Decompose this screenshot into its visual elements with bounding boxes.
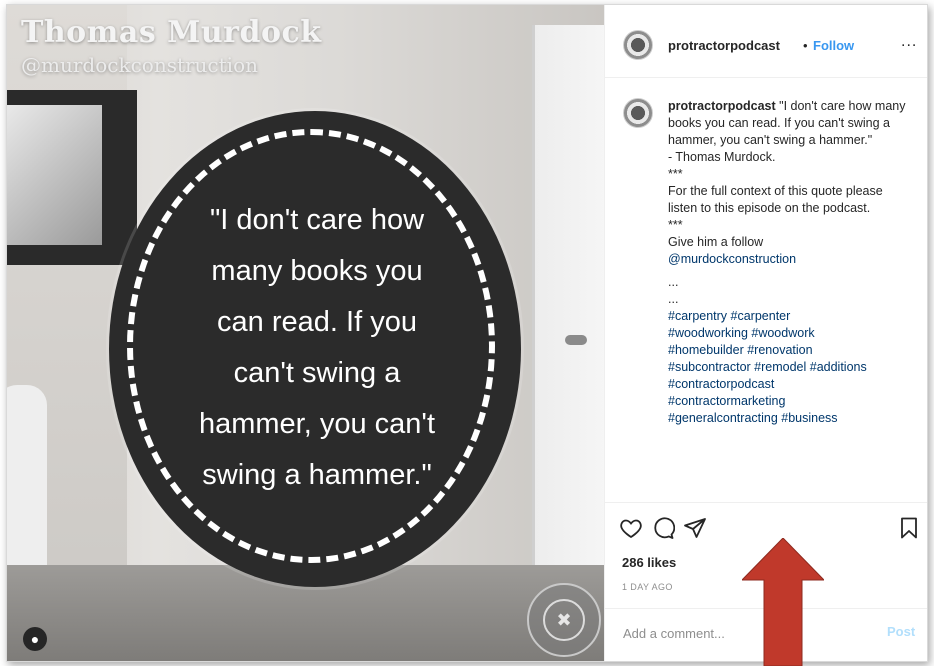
mention-link[interactable]: @murdockconstruction [668, 251, 912, 268]
caption-text: - Thomas Murdock. [668, 150, 776, 164]
hashtag-link[interactable]: #woodworking #woodwork [668, 325, 912, 342]
quote-line: many books you [211, 255, 423, 287]
separator-dot: • [803, 38, 808, 53]
bookmark-icon[interactable] [897, 516, 921, 540]
caption-scroll-area[interactable]: protractorpodcast "I don't care how many… [605, 78, 927, 501]
caption-text: *** [668, 218, 683, 232]
header-username[interactable]: protractorpodcast [668, 38, 780, 53]
hashtag-link[interactable]: #carpentry #carpenter [668, 308, 912, 325]
overlay-handle: @murdockconstruction [21, 53, 258, 77]
post-header: protractorpodcast • Follow ... [605, 5, 927, 78]
door-knob [565, 335, 587, 345]
comment-icon[interactable] [651, 516, 675, 540]
more-options-icon[interactable]: ... [901, 33, 917, 51]
tools-icon: ✖ [543, 599, 585, 641]
quote-line: can't swing a [233, 357, 401, 389]
door [532, 25, 604, 585]
hashtag-link[interactable]: #generalcontracting #business [668, 410, 912, 427]
quote-text: "I don't care how many books you can rea… [167, 195, 467, 501]
hashtag-link[interactable]: #contractorpodcast [668, 376, 912, 393]
likes-count[interactable]: 286 likes [622, 555, 676, 570]
caption: protractorpodcast "I don't care how many… [668, 98, 912, 427]
hashtag-link[interactable]: #subcontractor #remodel #additions [668, 359, 912, 376]
red-arrow-annotation [742, 538, 824, 666]
quote-line: can read. If you [217, 306, 417, 338]
avatar[interactable] [623, 30, 653, 60]
hashtag-link[interactable]: #homebuilder #renovation [668, 342, 912, 359]
quote-line: swing a hammer." [202, 459, 432, 491]
overlay-name: Thomas Murdock [21, 15, 322, 50]
caption-text: *** [668, 167, 683, 181]
caption-text: ... [668, 292, 679, 306]
caption-text: Give him a follow [668, 235, 764, 249]
wall-picture [7, 105, 102, 245]
podcast-logo-icon: ✖ [527, 583, 601, 657]
post-comment-button[interactable]: Post [887, 624, 915, 639]
heart-icon[interactable] [619, 516, 643, 540]
share-icon[interactable] [683, 516, 707, 540]
post-image[interactable]: Thomas Murdock @murdockconstruction "I d… [7, 5, 604, 661]
caption-text: For the full context of this quote pleas… [668, 184, 883, 215]
quote-line: "I don't care how [209, 204, 425, 236]
tagged-user-icon[interactable]: ● [23, 627, 47, 651]
follow-button[interactable]: Follow [813, 38, 854, 53]
post-timestamp[interactable]: 1 DAY AGO [622, 582, 673, 592]
caption-text: ... [668, 275, 679, 289]
caption-avatar[interactable] [623, 98, 653, 128]
caption-username[interactable]: protractorpodcast [668, 99, 776, 113]
hashtag-link[interactable]: #contractormarketing [668, 393, 912, 410]
quote-line: hammer, you can't [198, 408, 436, 440]
